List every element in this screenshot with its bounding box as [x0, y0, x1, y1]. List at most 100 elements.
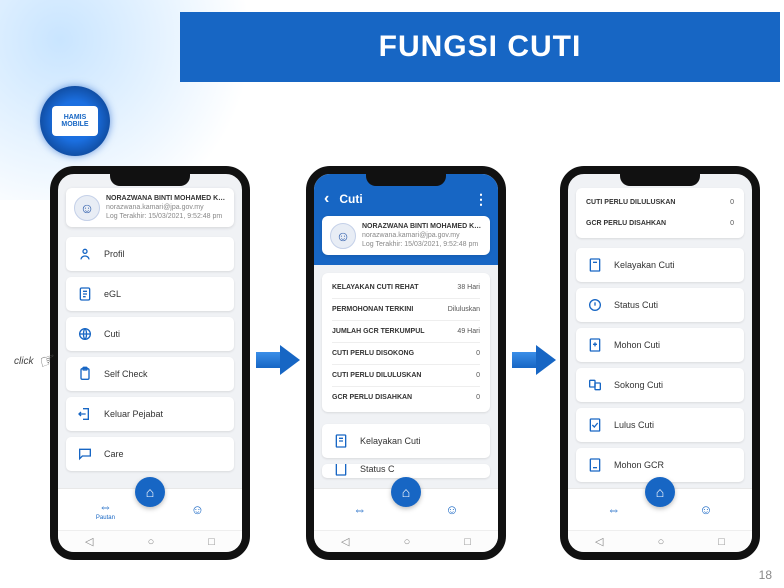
phone-cuti: ‹ Cuti ⋮ ☺ NORAZWANA BINTI MOHAMED KA...…: [306, 166, 506, 560]
doc-icon: [586, 256, 604, 274]
status-row: GCR PERLU DISAHKAN0: [332, 386, 480, 408]
submenu-item-lulus[interactable]: Lulus Cuti: [576, 408, 744, 442]
nav-profile[interactable]: ☺: [445, 502, 458, 517]
android-back-icon[interactable]: ◁: [595, 535, 603, 548]
user-card[interactable]: ☺ NORAZWANA BINTI MOHAMED KA... norazwan…: [322, 216, 490, 255]
back-icon[interactable]: ‹: [324, 190, 329, 208]
nav-profile[interactable]: ☺: [699, 502, 712, 517]
status-row: CUTI PERLU DILULUSKAN0: [332, 364, 480, 386]
bottom-nav: ⇔ Pautan ⌂ ☺: [58, 488, 242, 530]
phone-home: ☺ NORAZWANA BINTI MOHAMED KA... norazwan…: [50, 166, 250, 560]
user-email: norazwana.kamari@jpa.gov.my: [362, 231, 482, 240]
phone-cuti-scrolled: CUTI PERLU DILULUSKAN 0 GCR PERLU DISAHKA…: [560, 166, 760, 560]
support-icon: [586, 376, 604, 394]
chat-icon: [76, 445, 94, 463]
bottom-nav: ⇔ ⌂ ☺: [568, 488, 752, 530]
menu-item-keluar[interactable]: Keluar Pejabat: [66, 397, 234, 431]
home-fab[interactable]: ⌂: [645, 477, 675, 507]
link-icon: ⇔: [607, 502, 620, 517]
submenu-item-kelayakan[interactable]: Kelayakan Cuti: [322, 424, 490, 458]
menu-item-care[interactable]: Care: [66, 437, 234, 471]
android-recent-icon[interactable]: □: [718, 536, 725, 548]
pointer-icon: ☞: [32, 347, 60, 375]
status-label: PERMOHONAN TERKINI: [332, 306, 413, 313]
menu-item-cuti[interactable]: Cuti: [66, 317, 234, 351]
android-nav: ◁ ○ □: [58, 530, 242, 552]
menu-label: Self Check: [104, 369, 148, 379]
menu-label: Care: [104, 449, 124, 459]
submenu-item-status[interactable]: Status Cuti: [576, 288, 744, 322]
submenu-item-mohon[interactable]: Mohon Cuti: [576, 328, 744, 362]
approve-icon: [586, 416, 604, 434]
submenu-label: Kelayakan Cuti: [614, 260, 675, 270]
main-menu: Profil eGL Cuti Self Check: [58, 233, 242, 475]
android-recent-icon[interactable]: □: [464, 536, 471, 548]
submenu-label: Kelayakan Cuti: [360, 436, 421, 446]
android-back-icon[interactable]: ◁: [85, 535, 93, 548]
status-label: GCR PERLU DISAHKAN: [586, 220, 666, 227]
app-logo: HAMIS MOBILE: [52, 106, 98, 136]
phone-notch: [110, 174, 190, 186]
status-label: JUMLAH GCR TERKUMPUL: [332, 328, 425, 335]
status-row: PERMOHONAN TERKINIDiluluskan: [332, 298, 480, 320]
submenu-item-sokong[interactable]: Sokong Cuti: [576, 368, 744, 402]
status-value: 38 Hari: [457, 284, 480, 291]
android-home-icon[interactable]: ○: [148, 536, 155, 548]
flow-arrow-icon: [256, 345, 300, 375]
submenu-item-kelayakan[interactable]: Kelayakan Cuti: [576, 248, 744, 282]
document-icon: [332, 432, 350, 450]
link-icon: ⇔: [99, 499, 112, 514]
more-icon[interactable]: ⋮: [474, 191, 488, 208]
home-icon: ⌂: [656, 484, 664, 500]
egl-icon: [76, 285, 94, 303]
user-email: norazwana.kamari@jpa.gov.my: [106, 203, 226, 212]
status-row: GCR PERLU DISAHKAN0: [586, 213, 734, 234]
page-title: FUNGSI CUTI: [379, 30, 582, 64]
page-number: 18: [759, 568, 772, 582]
menu-label: Profil: [104, 249, 125, 259]
home-fab[interactable]: ⌂: [391, 477, 421, 507]
person-icon: ☺: [191, 502, 204, 517]
submenu-label: Status Cuti: [614, 300, 658, 310]
exit-icon: [76, 405, 94, 423]
bottom-nav: ⇔ ⌂ ☺: [314, 488, 498, 530]
nav-pautan[interactable]: ⇔ Pautan: [96, 499, 115, 521]
status-value: 0: [476, 350, 480, 357]
phone-notch: [366, 174, 446, 186]
status-row: KELAYAKAN CUTI REHAT38 Hari: [332, 277, 480, 298]
status-label: CUTI PERLU DISOKONG: [332, 350, 414, 357]
status-row: CUTI PERLU DILULUSKAN 0: [586, 192, 734, 213]
nav-pautan[interactable]: ⇔: [353, 502, 366, 517]
apply-icon: [586, 336, 604, 354]
submenu-label: Lulus Cuti: [614, 420, 654, 430]
status-label: CUTI PERLU DILULUSKAN: [586, 199, 675, 206]
home-fab[interactable]: ⌂: [135, 477, 165, 507]
title-bar: FUNGSI CUTI: [180, 12, 780, 82]
info-icon: [586, 296, 604, 314]
android-home-icon[interactable]: ○: [404, 536, 411, 548]
nav-label: Pautan: [96, 515, 115, 521]
user-name: NORAZWANA BINTI MOHAMED KA...: [106, 194, 226, 203]
menu-item-egl[interactable]: eGL: [66, 277, 234, 311]
link-icon: ⇔: [353, 502, 366, 517]
android-nav: ◁ ○ □: [314, 530, 498, 552]
flow-arrow-icon: [512, 345, 556, 375]
submenu-label: Status C: [360, 464, 395, 474]
status-summary-tail: CUTI PERLU DILULUSKAN 0 GCR PERLU DISAHKA…: [576, 188, 744, 238]
avatar: ☺: [330, 223, 356, 249]
menu-item-profil[interactable]: Profil: [66, 237, 234, 271]
person-icon: ☺: [699, 502, 712, 517]
logo-line2: MOBILE: [61, 121, 88, 128]
status-value: 0: [730, 199, 734, 206]
status-row: JUMLAH GCR TERKUMPUL49 Hari: [332, 320, 480, 342]
submenu-list: Kelayakan Cuti Status Cuti Mohon Cuti So…: [568, 244, 752, 488]
android-home-icon[interactable]: ○: [658, 536, 665, 548]
menu-item-selfcheck[interactable]: Self Check: [66, 357, 234, 391]
status-value: 0: [476, 372, 480, 379]
nav-pautan[interactable]: ⇔: [607, 502, 620, 517]
nav-profile[interactable]: ☺: [191, 502, 204, 517]
android-back-icon[interactable]: ◁: [341, 535, 349, 548]
user-last-login: Log Terakhir: 15/03/2021, 9:52:48 pm: [106, 212, 226, 221]
user-card[interactable]: ☺ NORAZWANA BINTI MOHAMED KA... norazwan…: [66, 188, 234, 227]
android-recent-icon[interactable]: □: [208, 536, 215, 548]
